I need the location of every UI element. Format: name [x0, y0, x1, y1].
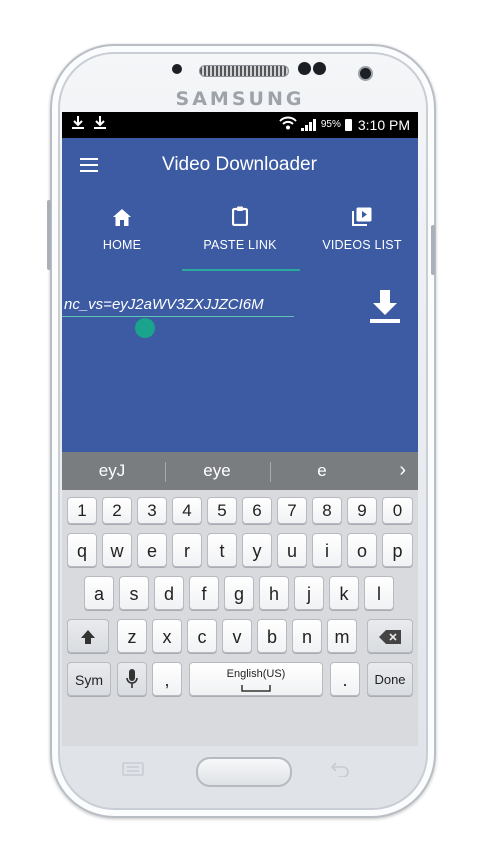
url-row: nc_vs=eyJ2aWV3ZXJJZCI6M: [62, 274, 418, 338]
shift-icon: [81, 630, 95, 644]
backspace-key[interactable]: [367, 619, 413, 653]
key-c[interactable]: c: [187, 619, 217, 653]
key-q[interactable]: q: [67, 533, 97, 567]
screen: 95% 3:10 PM Video Downloader HOME PASTE …: [62, 112, 418, 746]
chevron-right-icon[interactable]: ›: [399, 459, 406, 482]
tab-paste-link[interactable]: PASTE LINK: [190, 196, 290, 274]
suggestion-divider: [270, 462, 271, 482]
key-r[interactable]: r: [172, 533, 202, 567]
period-key[interactable]: .: [330, 662, 360, 696]
volume-key: [47, 200, 51, 270]
key-j[interactable]: j: [294, 576, 324, 610]
sym-key[interactable]: Sym: [67, 662, 111, 696]
tab-label: PASTE LINK: [203, 238, 277, 252]
key-5[interactable]: 5: [207, 497, 237, 524]
power-key: [431, 225, 435, 275]
clipboard-icon: [190, 196, 290, 226]
space-key-label: English(US): [226, 668, 286, 680]
key-d[interactable]: d: [154, 576, 184, 610]
key-4[interactable]: 4: [172, 497, 202, 524]
key-a[interactable]: a: [84, 576, 114, 610]
key-v[interactable]: v: [222, 619, 252, 653]
suggestion-divider: [165, 462, 166, 482]
home-button[interactable]: [196, 757, 292, 787]
key-n[interactable]: n: [292, 619, 322, 653]
key-7[interactable]: 7: [277, 497, 307, 524]
wifi-icon: [279, 116, 297, 133]
download-button[interactable]: [370, 290, 400, 324]
key-9[interactable]: 9: [347, 497, 377, 524]
done-key[interactable]: Done: [367, 662, 413, 696]
key-1[interactable]: 1: [67, 497, 97, 524]
download-icon: [370, 290, 400, 323]
tab-videos-list[interactable]: VIDEOS LIST: [312, 196, 412, 274]
key-e[interactable]: e: [137, 533, 167, 567]
microphone-icon: [126, 669, 138, 688]
menu-key-icon[interactable]: [122, 762, 144, 781]
key-g[interactable]: g: [224, 576, 254, 610]
tab-label: VIDEOS LIST: [322, 238, 402, 252]
backspace-icon: [379, 630, 401, 644]
key-h[interactable]: h: [259, 576, 289, 610]
brand-logo: SAMSUNG: [175, 88, 305, 110]
front-camera: [360, 68, 371, 79]
key-y[interactable]: y: [242, 533, 272, 567]
status-bar: 95% 3:10 PM: [62, 112, 418, 138]
key-6[interactable]: 6: [242, 497, 272, 524]
key-2[interactable]: 2: [102, 497, 132, 524]
key-x[interactable]: x: [152, 619, 182, 653]
key-t[interactable]: t: [207, 533, 237, 567]
suggestion-item[interactable]: eye: [167, 461, 267, 481]
key-i[interactable]: i: [312, 533, 342, 567]
battery-percent: 95%: [320, 119, 341, 130]
home-icon: [72, 196, 172, 226]
battery-icon: [344, 118, 352, 131]
key-p[interactable]: p: [382, 533, 413, 567]
suggestion-item[interactable]: eyJ: [62, 461, 162, 481]
space-key[interactable]: English(US): [189, 662, 323, 696]
key-w[interactable]: w: [102, 533, 132, 567]
key-8[interactable]: 8: [312, 497, 342, 524]
back-key-icon[interactable]: [330, 761, 350, 782]
space-bar-icon: [241, 685, 271, 692]
url-input-underline: [62, 316, 294, 317]
key-0[interactable]: 0: [382, 497, 413, 524]
key-f[interactable]: f: [189, 576, 219, 610]
key-z[interactable]: z: [117, 619, 147, 653]
comma-key[interactable]: ,: [152, 662, 182, 696]
download-notification-icon: [72, 116, 84, 133]
key-u[interactable]: u: [277, 533, 307, 567]
selected-tab-indicator: [182, 269, 300, 271]
download-notification-icon-2: [94, 116, 106, 133]
earpiece-speaker: [199, 65, 289, 77]
tab-bar: HOME PASTE LINK VIDEOS LIST: [62, 196, 418, 274]
sensor-dot-2: [313, 62, 326, 75]
sensor-dot: [298, 62, 311, 75]
app-bar: Video Downloader: [62, 138, 418, 196]
key-m[interactable]: m: [327, 619, 357, 653]
video-library-icon: [312, 196, 412, 226]
voice-input-key[interactable]: [117, 662, 147, 696]
url-input[interactable]: nc_vs=eyJ2aWV3ZXJJZCI6M: [64, 296, 294, 313]
app-title: Video Downloader: [162, 154, 317, 175]
shift-key[interactable]: [67, 619, 109, 653]
suggestion-item[interactable]: e: [272, 461, 372, 481]
tab-label: HOME: [102, 238, 142, 252]
key-l[interactable]: l: [364, 576, 394, 610]
proximity-sensor: [172, 64, 182, 74]
key-s[interactable]: s: [119, 576, 149, 610]
keyboard: 1 2 3 4 5 6 7 8 9 0 q w e r t y u i o p …: [62, 490, 418, 746]
key-3[interactable]: 3: [137, 497, 167, 524]
clock: 3:10 PM: [357, 116, 410, 133]
suggestion-strip: eyJ eye e ›: [62, 452, 418, 490]
tab-home[interactable]: HOME: [72, 196, 172, 274]
key-o[interactable]: o: [347, 533, 377, 567]
menu-icon[interactable]: [80, 158, 98, 172]
key-k[interactable]: k: [329, 576, 359, 610]
key-b[interactable]: b: [257, 619, 287, 653]
text-cursor-handle[interactable]: [135, 318, 155, 338]
signal-icon: [300, 118, 317, 131]
